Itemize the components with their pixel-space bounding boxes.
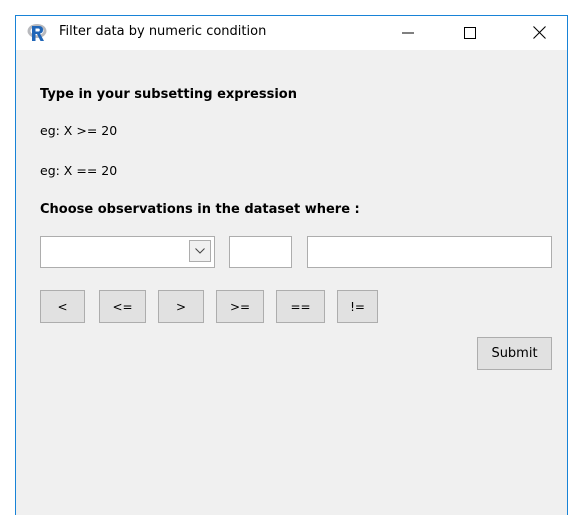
close-button[interactable] — [516, 16, 562, 49]
example-text-1: eg: X >= 20 — [40, 123, 118, 138]
variable-select[interactable] — [40, 236, 215, 268]
chevron-down-icon — [195, 248, 205, 254]
operator-input[interactable] — [229, 236, 292, 268]
value-input[interactable] — [307, 236, 552, 268]
minimize-button[interactable] — [385, 16, 431, 49]
expression-heading: Type in your subsetting expression — [40, 87, 297, 102]
title-bar: Filter data by numeric condition — [16, 16, 567, 50]
less-equal-button[interactable]: <= — [99, 290, 146, 323]
example-text-2: eg: X == 20 — [40, 163, 118, 178]
maximize-icon — [464, 26, 476, 39]
not-equals-button[interactable]: != — [337, 290, 378, 323]
r-logo-icon — [27, 24, 47, 41]
dialog-window: Filter data by numeric condition Type in… — [15, 15, 568, 515]
greater-than-button[interactable]: > — [158, 290, 204, 323]
minimize-icon — [402, 32, 414, 33]
dropdown-button[interactable] — [189, 240, 211, 262]
maximize-button[interactable] — [447, 16, 493, 49]
less-than-button[interactable]: < — [40, 290, 85, 323]
equals-button[interactable]: == — [276, 290, 325, 323]
close-icon — [532, 26, 546, 39]
greater-equal-button[interactable]: >= — [216, 290, 264, 323]
window-title: Filter data by numeric condition — [59, 24, 267, 39]
submit-button[interactable]: Submit — [477, 337, 552, 370]
choose-observations-label: Choose observations in the dataset where… — [40, 202, 360, 217]
